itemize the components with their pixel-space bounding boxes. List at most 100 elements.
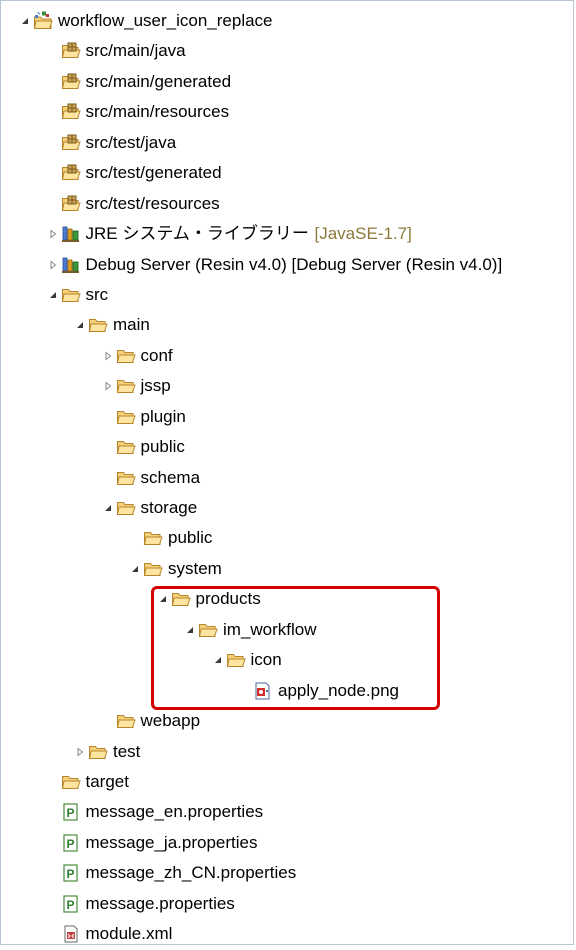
folder-icon (61, 285, 81, 305)
tree-item-storage[interactable]: storage (1, 493, 573, 523)
tree-item-label: module.xml (85, 924, 173, 944)
tree-item-label: message_zh_CN.properties (85, 863, 297, 883)
expand-arrow-icon[interactable] (47, 259, 59, 271)
package-folder-icon (61, 133, 81, 153)
collapse-arrow-icon[interactable] (184, 624, 196, 636)
tree-item-label: src/test/generated (85, 163, 222, 183)
tree-item-public[interactable]: public (1, 523, 573, 553)
folder-icon (226, 650, 246, 670)
tree-item-message-ja-properties[interactable]: Pmessage_ja.properties (1, 828, 573, 858)
svg-text:P: P (66, 837, 74, 851)
tree-item-label: apply_node.png (278, 680, 400, 700)
tree-item-message-zh-cn-properties[interactable]: Pmessage_zh_CN.properties (1, 858, 573, 888)
package-folder-icon (61, 41, 81, 61)
tree-item-label: src/test/resources (85, 193, 220, 213)
tree-item-apply-node-png[interactable]: apply_node.png (1, 676, 573, 706)
tree-item-label: message_ja.properties (85, 832, 258, 852)
package-folder-icon (61, 163, 81, 183)
tree-item-target[interactable]: target (1, 767, 573, 797)
tree-item-system[interactable]: system (1, 554, 573, 584)
tree-item-message-properties[interactable]: Pmessage.properties (1, 889, 573, 919)
tree-item-label: main (113, 315, 150, 335)
expand-arrow-icon[interactable] (47, 228, 59, 240)
collapse-arrow-icon[interactable] (157, 593, 169, 605)
tree-item-schema[interactable]: schema (1, 463, 573, 493)
tree-item-label: test (113, 741, 141, 761)
tree-item-jssp[interactable]: jssp (1, 371, 573, 401)
image-file-icon (253, 681, 273, 701)
tree-item-label: JRE システム・ライブラリー (85, 224, 309, 244)
tree-item-label: public (140, 437, 185, 457)
tree-item-src-main-java[interactable]: src/main/java (1, 36, 573, 66)
tree-item-main[interactable]: main (1, 310, 573, 340)
tree-item-src-main-resources[interactable]: src/main/resources (1, 97, 573, 127)
library-icon (61, 255, 81, 275)
collapse-arrow-icon[interactable] (102, 502, 114, 514)
tree-item-webapp[interactable]: webapp (1, 706, 573, 736)
tree-item-label: src/main/generated (85, 71, 232, 91)
collapse-arrow-icon[interactable] (47, 289, 59, 301)
properties-file-icon: P (61, 833, 81, 853)
folder-icon (116, 498, 136, 518)
library-icon (61, 224, 81, 244)
tree-item-src[interactable]: src (1, 280, 573, 310)
folder-icon (171, 589, 191, 609)
collapse-arrow-icon[interactable] (19, 15, 31, 27)
folder-icon (116, 407, 136, 427)
folder-icon (61, 772, 81, 792)
tree-item-label: workflow_user_icon_replace (58, 11, 273, 30)
tree-item-jre[interactable]: JRE システム・ライブラリー [JavaSE-1.7] (1, 219, 573, 249)
package-folder-icon (61, 102, 81, 122)
tree-item-label: target (85, 771, 129, 791)
tree-item-message-en-properties[interactable]: Pmessage_en.properties (1, 797, 573, 827)
tree-item-label: conf (140, 345, 173, 365)
tree-item-module-xml[interactable]: module.xml (1, 919, 573, 949)
tree-item-debug-server-resin-v4-0-debug-server-resin-v4-0[interactable]: Debug Server (Resin v4.0) [Debug Server … (1, 250, 573, 280)
tree-view: workflow_user_icon_replace src/main/java s… (1, 6, 573, 950)
properties-file-icon: P (61, 802, 81, 822)
svg-text:P: P (66, 806, 74, 820)
xml-file-icon (61, 924, 81, 944)
tree-item-label: system (168, 558, 222, 578)
tree-item-src-main-generated[interactable]: src/main/generated (1, 67, 573, 97)
folder-icon (116, 346, 136, 366)
package-folder-icon (61, 72, 81, 92)
tree-item-src-test-generated[interactable]: src/test/generated (1, 158, 573, 188)
folder-icon (198, 620, 218, 640)
tree-item-label: products (195, 589, 261, 609)
folder-icon (88, 315, 108, 335)
collapse-arrow-icon[interactable] (129, 563, 141, 575)
tree-item-test[interactable]: test (1, 737, 573, 767)
expand-arrow-icon[interactable] (102, 380, 114, 392)
folder-icon (116, 437, 136, 457)
tree-item-label: message.properties (85, 893, 235, 913)
tree-item-im-workflow[interactable]: im_workflow (1, 615, 573, 645)
tree-item-public[interactable]: public (1, 432, 573, 462)
properties-file-icon: P (61, 894, 81, 914)
tree-item-label: jssp (140, 376, 171, 396)
tree-item-plugin[interactable]: plugin (1, 402, 573, 432)
tree-item-label: public (168, 528, 213, 548)
package-explorer-tree: workflow_user_icon_replace src/main/java s… (0, 0, 574, 945)
tree-item-products[interactable]: products (1, 584, 573, 614)
tree-item-conf[interactable]: conf (1, 341, 573, 371)
collapse-arrow-icon[interactable] (74, 319, 86, 331)
tree-item-label: src (85, 284, 109, 304)
tree-item-workflow-user-icon-replace[interactable]: workflow_user_icon_replace (1, 6, 573, 36)
tree-item-icon[interactable]: icon (1, 645, 573, 675)
tree-item-label: storage (140, 498, 198, 517)
tree-item-label: plugin (140, 406, 186, 426)
folder-icon (143, 528, 163, 548)
expand-arrow-icon[interactable] (74, 746, 86, 758)
folder-icon (88, 742, 108, 762)
tree-item-src-test-java[interactable]: src/test/java (1, 128, 573, 158)
tree-item-label: Debug Server (Resin v4.0) [Debug Server … (85, 254, 503, 274)
tree-item-label: im_workflow (223, 619, 317, 639)
tree-item-label: src/main/java (85, 41, 186, 61)
tree-item-label: webapp (140, 711, 201, 731)
folder-icon (116, 376, 136, 396)
package-folder-icon (61, 194, 81, 214)
tree-item-src-test-resources[interactable]: src/test/resources (1, 189, 573, 219)
collapse-arrow-icon[interactable] (212, 654, 224, 666)
expand-arrow-icon[interactable] (102, 350, 114, 362)
